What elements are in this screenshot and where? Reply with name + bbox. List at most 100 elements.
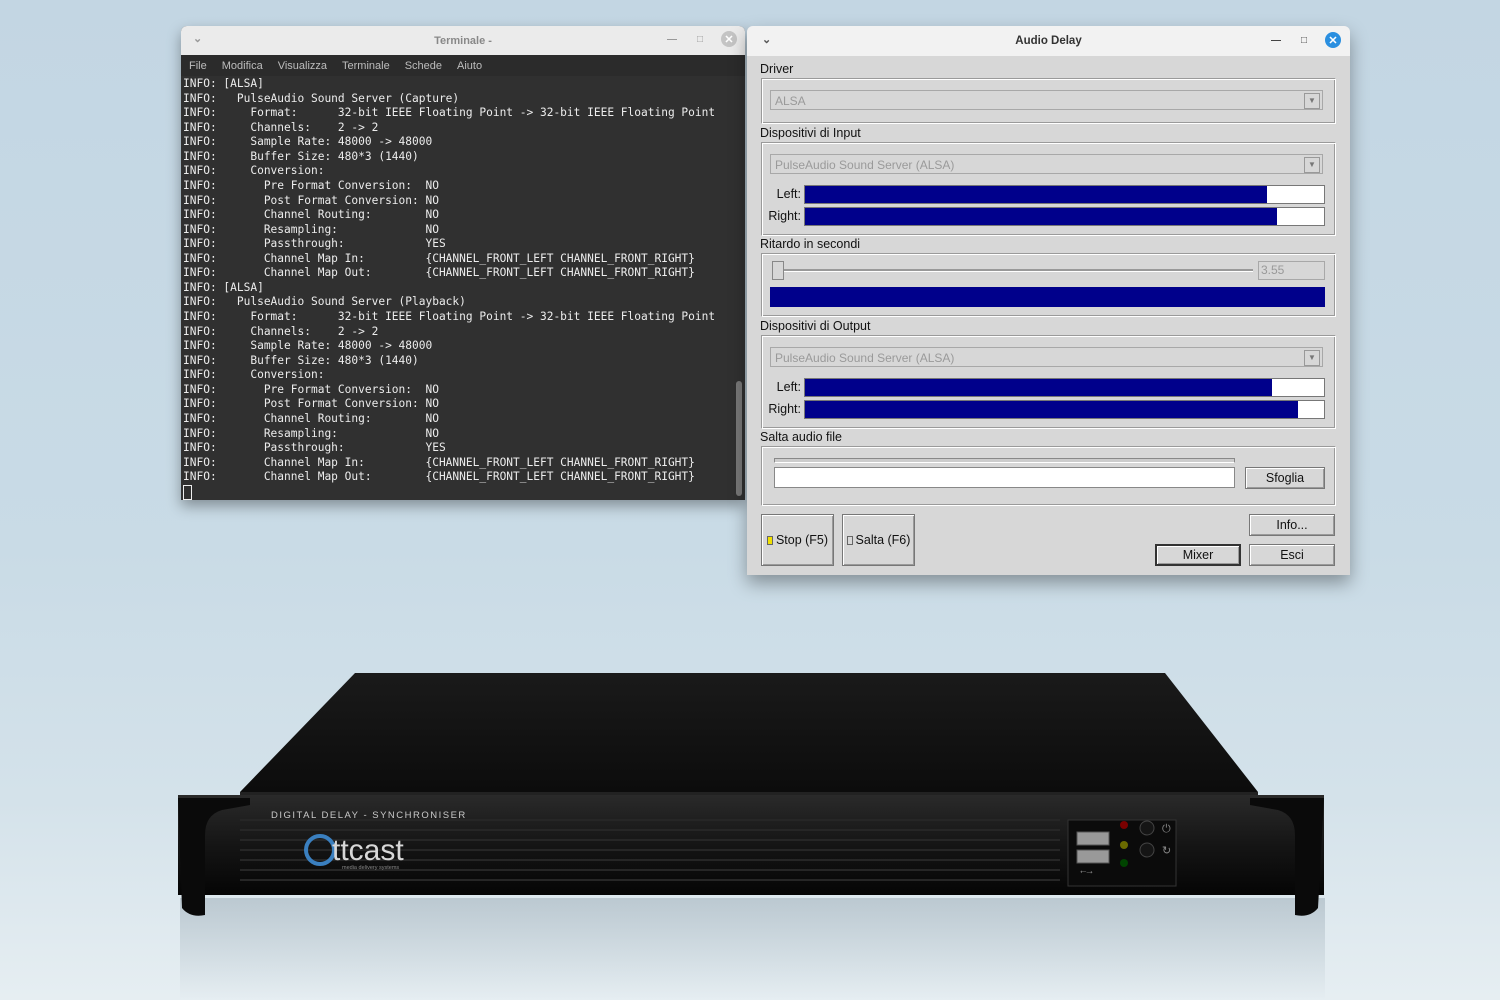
hdd-led-icon [1120, 841, 1128, 849]
terminal-line: INFO: PulseAudio Sound Server (Playback) [183, 295, 466, 309]
terminal-line: INFO: [ALSA] [183, 280, 264, 294]
close-icon[interactable]: ✕ [1325, 32, 1341, 48]
terminal-line: INFO: Buffer Size: 480*3 (1440) [183, 353, 419, 367]
output-device-value: PulseAudio Sound Server (ALSA) [775, 351, 955, 365]
terminal-line: INFO: Resampling: NO [183, 222, 439, 236]
dropdown-arrow-icon: ▼ [1304, 350, 1320, 366]
lan-led-icon [1120, 859, 1128, 867]
window-title: Audio Delay [1015, 35, 1082, 47]
terminal-line: INFO: Conversion: [183, 368, 325, 382]
terminal-line: INFO: Format: 32-bit IEEE Floating Point… [183, 310, 716, 323]
terminal-menubar: File Modifica Visualizza Terminale Sched… [181, 55, 745, 76]
delay-slider-handle[interactable] [772, 261, 784, 280]
minimize-icon[interactable]: — [665, 32, 679, 46]
menu-visualizza[interactable]: Visualizza [278, 60, 327, 72]
device-label: DIGITAL DELAY - SYNCHRONISER [271, 810, 467, 821]
driver-value: ALSA [775, 94, 806, 108]
power-led-icon [1120, 821, 1128, 829]
maximize-icon[interactable]: □ [693, 32, 707, 46]
output-right-level [805, 401, 1299, 418]
delay-value-field[interactable]: 3.55 [1258, 261, 1325, 280]
input-left-meter [804, 185, 1325, 204]
terminal-line: INFO: Channel Map Out: {CHANNEL_FRONT_LE… [183, 470, 695, 484]
output-device-select[interactable]: PulseAudio Sound Server (ALSA) ▼ [770, 347, 1323, 367]
input-device-select[interactable]: PulseAudio Sound Server (ALSA) ▼ [770, 154, 1323, 174]
usb-port-icon [1076, 849, 1110, 864]
terminal-line: INFO: Channels: 2 -> 2 [183, 324, 379, 338]
delay-group: 3.55 [761, 253, 1336, 317]
terminal-window: ⌄ Terminale - — □ ✕ File Modifica Visual… [181, 26, 745, 500]
terminal-line: INFO: Channel Map Out: {CHANNEL_FRONT_LE… [183, 266, 695, 280]
skip-indicator [846, 535, 853, 545]
output-right-label: Right: [768, 402, 801, 416]
reset-symbol-icon: ↻ [1162, 844, 1171, 857]
stop-indicator [766, 535, 773, 545]
terminal-title: Terminale - [434, 34, 492, 47]
terminal-line: INFO: Channel Routing: NO [183, 411, 439, 425]
input-left-label: Left: [776, 187, 801, 201]
brand-tagline: media delivery systems [342, 865, 399, 871]
delay-label: Ritardo in secondi [760, 237, 861, 251]
output-devices-label: Dispositivi di Output [760, 319, 871, 333]
stop-button-label: Stop (F5) [775, 533, 829, 547]
input-right-level [805, 208, 1278, 225]
terminal-line: INFO: Format: 32-bit IEEE Floating Point… [183, 106, 716, 120]
skip-file-progress [774, 458, 1235, 463]
power-button-icon [1139, 820, 1155, 836]
delay-progress-bar [770, 287, 1325, 307]
terminal-line: INFO: Post Format Conversion: NO [183, 193, 439, 207]
maximize-icon[interactable]: □ [1297, 33, 1311, 47]
menu-aiuto[interactable]: Aiuto [457, 60, 482, 72]
dropdown-arrow-icon: ▼ [1304, 93, 1320, 109]
terminal-scrollbar[interactable] [736, 381, 742, 496]
chevron-down-icon[interactable]: ⌄ [762, 33, 771, 46]
skip-file-group: Sfoglia [761, 446, 1336, 506]
brand-name: ttcast [332, 834, 404, 867]
terminal-line: INFO: Passthrough: YES [183, 441, 446, 455]
terminal-line: INFO: Pre Format Conversion: NO [183, 382, 439, 396]
skip-file-path-input[interactable] [774, 467, 1235, 488]
skip-file-label: Salta audio file [760, 430, 843, 444]
dropdown-arrow-icon: ▼ [1304, 157, 1320, 173]
skip-button-label: Salta (F6) [855, 533, 911, 547]
input-device-value: PulseAudio Sound Server (ALSA) [775, 158, 955, 172]
browse-button[interactable]: Sfoglia [1245, 467, 1325, 489]
terminal-output[interactable]: INFO: [ALSA] INFO: PulseAudio Sound Serve… [183, 77, 733, 500]
terminal-line: INFO: Channel Map In: {CHANNEL_FRONT_LEF… [183, 455, 695, 469]
terminal-line: INFO: PulseAudio Sound Server (Capture) [183, 91, 460, 105]
output-left-level [805, 379, 1273, 396]
chevron-down-icon[interactable]: ⌄ [193, 32, 202, 45]
terminal-line: INFO: Channel Map In: {CHANNEL_FRONT_LEF… [183, 251, 695, 265]
info-button[interactable]: Info... [1249, 514, 1335, 536]
terminal-line: INFO: Passthrough: YES [183, 237, 446, 251]
menu-modifica[interactable]: Modifica [222, 60, 263, 72]
menu-terminale[interactable]: Terminale [342, 60, 390, 72]
terminal-line: INFO: Channels: 2 -> 2 [183, 120, 379, 134]
input-right-meter [804, 207, 1325, 226]
delay-slider-track[interactable] [772, 269, 1253, 272]
driver-select[interactable]: ALSA ▼ [770, 90, 1323, 110]
terminal-line: INFO: Resampling: NO [183, 426, 439, 440]
output-left-label: Left: [776, 380, 801, 394]
output-left-meter [804, 378, 1325, 397]
driver-group: ALSA ▼ [761, 78, 1336, 124]
menu-file[interactable]: File [189, 60, 207, 72]
terminal-line: INFO: Sample Rate: 48000 -> 48000 [183, 339, 433, 353]
exit-button[interactable]: Esci [1249, 544, 1335, 566]
terminal-line: INFO: [ALSA] [183, 77, 264, 90]
input-left-level [805, 186, 1267, 203]
input-devices-label: Dispositivi di Input [760, 126, 861, 140]
audio-delay-window: ⌄ Audio Delay — □ ✕ Driver ALSA ▼ Dispos… [747, 26, 1350, 575]
close-icon[interactable]: ✕ [721, 31, 737, 47]
stop-button[interactable]: Stop (F5) [761, 514, 834, 566]
input-group: PulseAudio Sound Server (ALSA) ▼ Left: R… [761, 142, 1336, 236]
mixer-button[interactable]: Mixer [1155, 544, 1241, 566]
menu-schede[interactable]: Schede [405, 60, 442, 72]
skip-button[interactable]: Salta (F6) [842, 514, 915, 566]
usb-symbol-icon: ⭠⭢ [1080, 867, 1093, 876]
terminal-line: INFO: Sample Rate: 48000 -> 48000 [183, 135, 433, 149]
input-right-label: Right: [768, 209, 801, 223]
minimize-icon[interactable]: — [1269, 33, 1283, 47]
driver-label: Driver [760, 62, 794, 76]
terminal-titlebar: ⌄ Terminale - — □ ✕ [181, 26, 745, 55]
